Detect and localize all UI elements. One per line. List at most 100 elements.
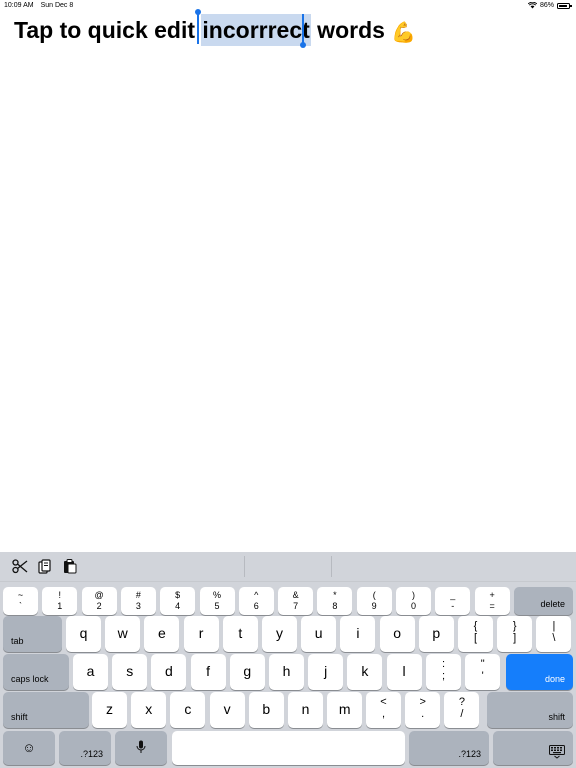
letter-key[interactable]: e — [144, 616, 180, 652]
number-key[interactable]: + = — [474, 587, 510, 615]
letter-key[interactable]: g — [229, 654, 265, 690]
number-key[interactable]: % 5 — [199, 587, 235, 615]
number-key[interactable]: ^ 6 — [238, 587, 274, 615]
symbol-key[interactable]: " ' — [465, 654, 501, 690]
tab-label: tab — [11, 636, 24, 646]
key-shift-char: < — [380, 696, 387, 708]
symbol-key[interactable]: >. — [405, 692, 441, 728]
copy-icon[interactable] — [38, 559, 52, 578]
microphone-icon — [115, 740, 167, 757]
right-shift-key[interactable]: shift — [487, 692, 573, 728]
text-editor[interactable]: Tap to quick edit incorrrect words 💪 — [14, 9, 564, 54]
status-date: Sun Dec 8 — [40, 2, 74, 9]
emoji-key[interactable]: ☺ — [3, 731, 55, 765]
right-shift-label: shift — [548, 712, 565, 722]
number-key[interactable]: ~ ` — [3, 587, 38, 615]
number-key[interactable]: (9 — [356, 587, 392, 615]
letter-key[interactable]: n — [288, 692, 323, 728]
numbers-key-left[interactable]: .?123 — [59, 731, 111, 765]
number-key[interactable]: @2 — [81, 587, 117, 615]
letter-key[interactable]: c — [170, 692, 206, 728]
symbol-key[interactable]: :; — [426, 654, 461, 690]
shortcut-bar — [0, 552, 576, 582]
smiley-icon: ☺ — [22, 740, 36, 755]
key-shift-char: % — [212, 590, 221, 600]
key-letter: t — [238, 625, 243, 641]
number-key[interactable]: ) 0 — [396, 587, 431, 615]
letter-key[interactable]: u — [301, 616, 337, 652]
selection-end-handle[interactable] — [300, 42, 306, 48]
space-bar[interactable] — [172, 731, 405, 765]
numbers-key-right[interactable]: .?123 — [409, 731, 489, 765]
letter-key[interactable]: s — [112, 654, 148, 690]
key-char: 5 — [214, 601, 220, 611]
key-letter: f — [206, 663, 211, 679]
symbol-key[interactable]: {[ — [458, 616, 493, 652]
letter-key[interactable]: a — [73, 654, 108, 690]
delete-key[interactable]: delete — [514, 587, 573, 615]
status-bar: 10:09 AM Sun Dec 8 86% — [0, 0, 576, 12]
delete-label: delete — [540, 599, 565, 609]
dictation-key[interactable] — [115, 731, 167, 765]
letter-key[interactable]: t — [222, 616, 258, 652]
letter-key[interactable]: y — [262, 616, 297, 652]
letter-key[interactable]: w — [105, 616, 141, 652]
letter-key[interactable]: p — [418, 616, 454, 652]
letter-key[interactable]: k — [347, 654, 383, 690]
paste-icon[interactable] — [63, 559, 77, 578]
hide-keyboard-key[interactable] — [493, 731, 573, 765]
caps-lock-key[interactable]: caps lock — [3, 654, 69, 690]
letter-key[interactable]: o — [379, 616, 415, 652]
key-char: [ — [473, 632, 478, 644]
number-key[interactable]: & 7 — [278, 587, 314, 615]
battery-icon — [557, 2, 572, 9]
letter-key[interactable]: v — [209, 692, 245, 728]
letter-key[interactable]: f — [190, 654, 226, 690]
key-shift-char: : — [441, 658, 446, 670]
letter-key[interactable]: b — [248, 692, 284, 728]
key-shift-char: ? — [458, 696, 465, 708]
battery-percent: 86% — [539, 2, 554, 9]
key-letter: n — [301, 701, 310, 717]
letter-key[interactable]: j — [308, 654, 344, 690]
key-shift-char: > — [419, 696, 426, 708]
symbol-key[interactable]: ? / — [444, 692, 480, 728]
selected-word[interactable]: incorrrect — [201, 14, 311, 46]
key-letter: s — [126, 663, 134, 679]
letter-key[interactable]: r — [183, 616, 219, 652]
key-letter: o — [393, 625, 401, 641]
symbol-key[interactable]: <, — [366, 692, 401, 728]
key-char: ' — [481, 670, 484, 682]
key-char: 8 — [332, 601, 338, 611]
caps-lock-label: caps lock — [11, 674, 49, 684]
key-letter: w — [117, 625, 128, 641]
letter-key[interactable]: h — [269, 654, 304, 690]
letter-key[interactable]: q — [66, 616, 101, 652]
symbol-key[interactable]: }] — [497, 616, 533, 652]
key-shift-char: } — [512, 620, 517, 632]
key-shift-char: | — [552, 620, 556, 632]
cut-icon[interactable] — [12, 559, 28, 578]
letter-key[interactable]: x — [131, 692, 167, 728]
letter-key[interactable]: m — [327, 692, 363, 728]
key-char: , — [381, 708, 386, 720]
number-key[interactable]: ! 1 — [42, 587, 78, 615]
tab-key[interactable]: tab — [3, 616, 62, 652]
letter-key[interactable]: z — [92, 692, 127, 728]
key-letter: a — [86, 663, 95, 679]
letter-key[interactable]: d — [151, 654, 187, 690]
left-shift-key[interactable]: shift — [3, 692, 89, 728]
letter-key[interactable]: i — [340, 616, 376, 652]
key-char: . — [421, 708, 425, 720]
number-key[interactable]: #3 — [120, 587, 156, 615]
done-key[interactable]: done — [506, 654, 573, 690]
number-key[interactable]: $4 — [160, 587, 196, 615]
key-letter: x — [145, 701, 153, 717]
key-letter: p — [432, 625, 441, 641]
letter-key[interactable]: l — [386, 654, 422, 690]
key-shift-char: { — [473, 620, 478, 632]
text-before: Tap to quick edit — [14, 17, 202, 43]
symbol-key[interactable]: | \ — [536, 616, 572, 652]
number-key[interactable]: _ - — [435, 587, 471, 615]
number-key[interactable]: * 8 — [317, 587, 353, 615]
